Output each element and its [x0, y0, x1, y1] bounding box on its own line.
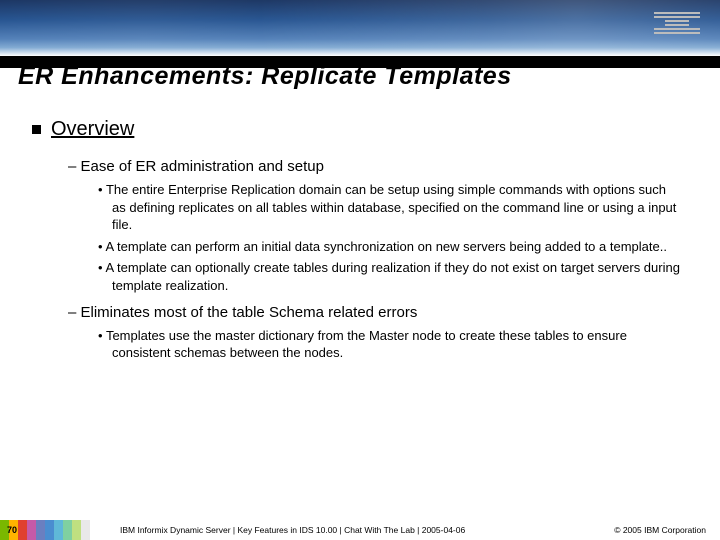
slide: ER Enhancements: Replicate Templates Ove…: [0, 0, 720, 540]
section-heading: Overview: [56, 116, 680, 143]
footer-copyright: © 2005 IBM Corporation: [614, 520, 706, 540]
header-band: [0, 0, 720, 56]
footer: 70 IBM Informix Dynamic Server | Key Fea…: [0, 520, 720, 540]
bullet: A template can optionally create tables …: [98, 259, 680, 294]
subhead-2: Eliminates most of the table Schema rela…: [68, 303, 680, 323]
slide-number: 70: [2, 520, 22, 540]
bullet: The entire Enterprise Replication domain…: [98, 181, 680, 234]
bullet: Templates use the master dictionary from…: [98, 327, 680, 362]
slide-title: ER Enhancements: Replicate Templates: [18, 62, 702, 91]
subhead-1: Ease of ER administration and setup: [68, 157, 680, 177]
footer-text: IBM Informix Dynamic Server | Key Featur…: [120, 520, 570, 540]
slide-content: Overview Ease of ER administration and s…: [56, 116, 680, 366]
ibm-logo-icon: [654, 12, 700, 34]
bullet: A template can perform an initial data s…: [98, 238, 680, 256]
